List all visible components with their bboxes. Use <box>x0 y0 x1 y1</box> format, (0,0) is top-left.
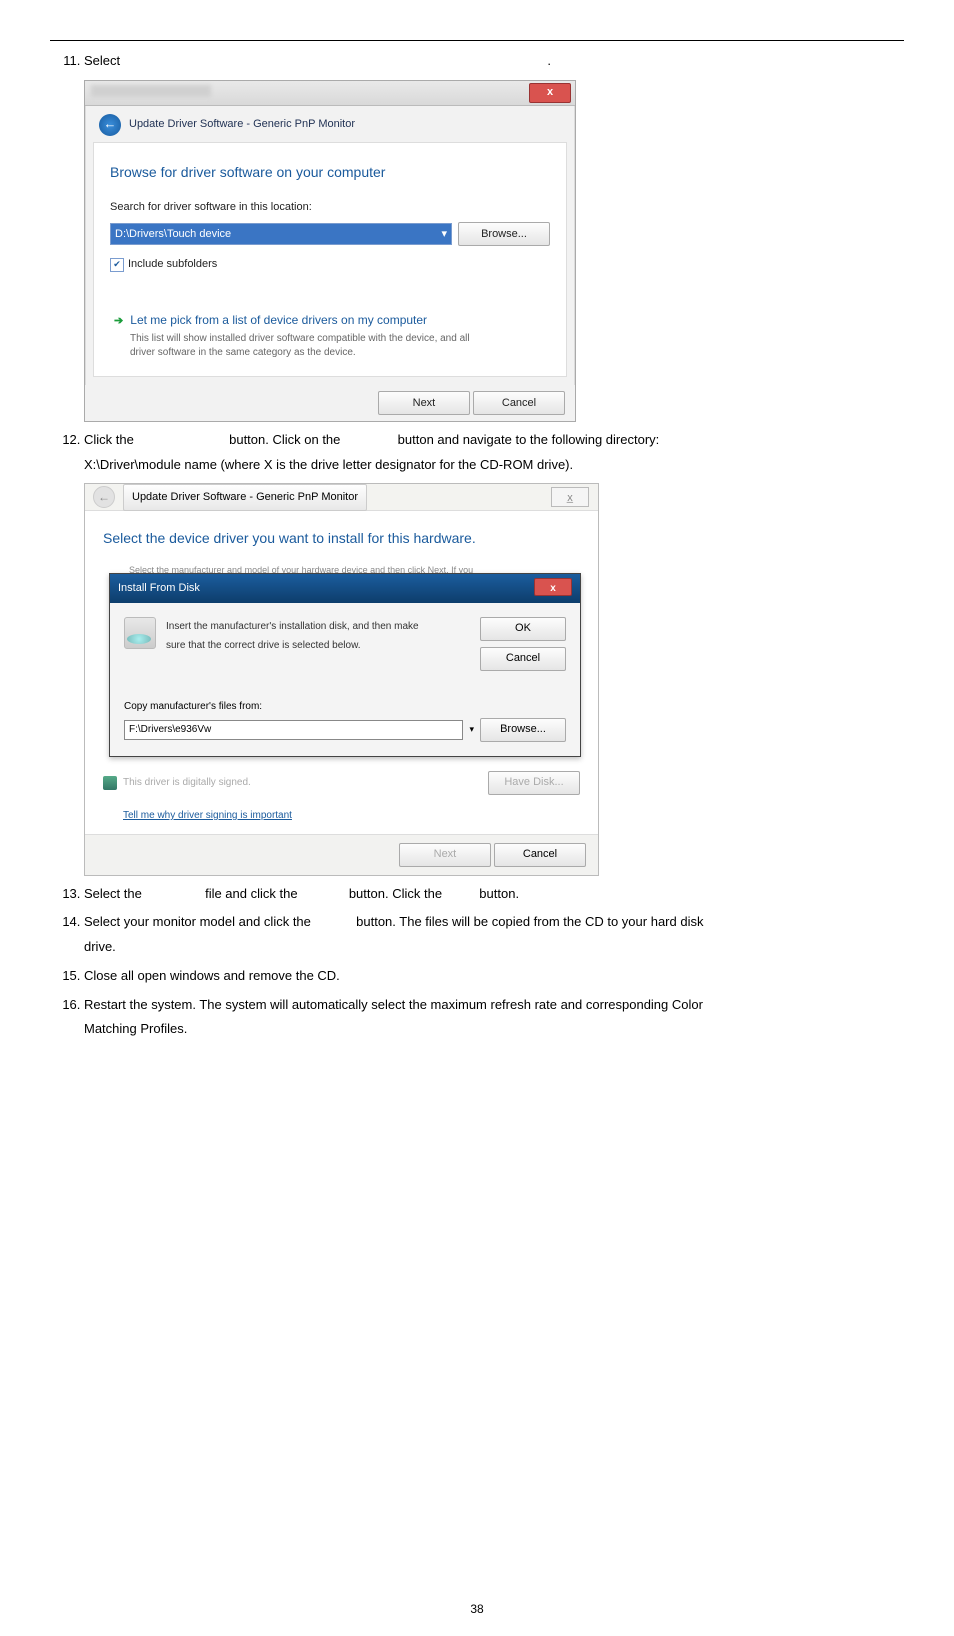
install-from-disk-dialog: Install From Disk x Insert the manufactu… <box>109 573 581 757</box>
cancel-button[interactable]: Cancel <box>480 647 566 671</box>
step12-line2: X:\Driver\module name (where X is the dr… <box>84 457 573 472</box>
step12-c: button and navigate to the following dir… <box>398 432 660 447</box>
back-icon[interactable]: ← <box>99 114 121 136</box>
ok-button[interactable]: OK <box>480 617 566 641</box>
step-13: Select the file and click the button. Cl… <box>84 882 904 907</box>
s13-a: Select the <box>84 886 142 901</box>
dialog-browse-driver: x ← Update Driver Software - Generic PnP… <box>84 80 576 422</box>
option-desc-2: driver software in the same category as … <box>130 346 550 360</box>
s16-a: Restart the system. The system will auto… <box>84 997 703 1012</box>
step11-text-a: Select <box>84 53 120 68</box>
s16-b: Matching Profiles. <box>84 1021 187 1036</box>
dialog-heading: Browse for driver software on your compu… <box>110 159 550 186</box>
page-number: 38 <box>50 1602 904 1616</box>
s13-b: file and click the <box>205 886 298 901</box>
s14-c: drive. <box>84 939 116 954</box>
step-14: Select your monitor model and click the … <box>84 910 904 959</box>
cancel-button[interactable]: Cancel <box>473 391 565 415</box>
step12-b: button. Click on the <box>229 432 340 447</box>
dialog-titlebar: x <box>85 81 575 106</box>
breadcrumb: Update Driver Software - Generic PnP Mon… <box>123 484 367 511</box>
step-15: Close all open windows and remove the CD… <box>84 964 904 989</box>
step-11: Select . x ← Update Driver Software - Ge… <box>84 49 904 422</box>
let-me-pick-option[interactable]: ➔ Let me pick from a list of device driv… <box>110 305 550 366</box>
option-title: Let me pick from a list of device driver… <box>130 313 427 327</box>
close-icon[interactable]: x̲ <box>551 487 589 507</box>
option-desc-1: This list will show installed driver sof… <box>130 332 550 346</box>
ifd-text-1: Insert the manufacturer's installation d… <box>166 617 470 636</box>
have-disk-button[interactable]: Have Disk... <box>488 771 580 795</box>
s14-b: button. The files will be copied from th… <box>356 914 703 929</box>
close-icon[interactable]: x <box>529 83 571 103</box>
cancel-button[interactable]: Cancel <box>494 843 586 867</box>
disk-icon <box>124 617 156 649</box>
browse-button[interactable]: Browse... <box>458 222 550 246</box>
close-icon[interactable]: x <box>534 578 572 596</box>
copy-from-label: Copy manufacturer's files from: <box>124 697 566 716</box>
signed-text: This driver is digitally signed. <box>123 773 251 792</box>
step12-a: Click the <box>84 432 134 447</box>
breadcrumb: Update Driver Software - Generic PnP Mon… <box>129 114 355 135</box>
dialog-heading: Select the device driver you want to ins… <box>103 525 580 552</box>
step11-text-b: . <box>547 53 551 68</box>
ifd-text-2: sure that the correct drive is selected … <box>166 636 470 655</box>
include-subfolders-checkbox[interactable]: ✔ <box>110 258 124 272</box>
next-button[interactable]: Next <box>378 391 470 415</box>
search-label: Search for driver software in this locat… <box>110 197 550 218</box>
browse-button[interactable]: Browse... <box>480 718 566 742</box>
step-12: Click the button. Click on the button an… <box>84 428 904 876</box>
back-icon[interactable]: ← <box>93 486 115 508</box>
signing-link[interactable]: Tell me why driver signing is important <box>123 810 292 821</box>
s13-d: button. <box>479 886 519 901</box>
next-button[interactable]: Next <box>399 843 491 867</box>
arrow-right-icon: ➔ <box>114 315 123 327</box>
s14-a: Select your monitor model and click the <box>84 914 311 929</box>
s13-c: button. Click the <box>349 886 442 901</box>
path-input[interactable]: D:\Drivers\Touch device ▾ <box>110 223 452 245</box>
include-subfolders-label: Include subfolders <box>128 254 217 275</box>
path-input-value: D:\Drivers\Touch device <box>115 228 231 240</box>
copy-from-input[interactable] <box>124 720 463 740</box>
ifd-title: Install From Disk <box>118 578 200 599</box>
dialog-select-driver: x̲ ← Update Driver Software - Generic Pn… <box>84 483 599 875</box>
shield-icon <box>103 776 117 790</box>
step-16: Restart the system. The system will auto… <box>84 993 904 1042</box>
